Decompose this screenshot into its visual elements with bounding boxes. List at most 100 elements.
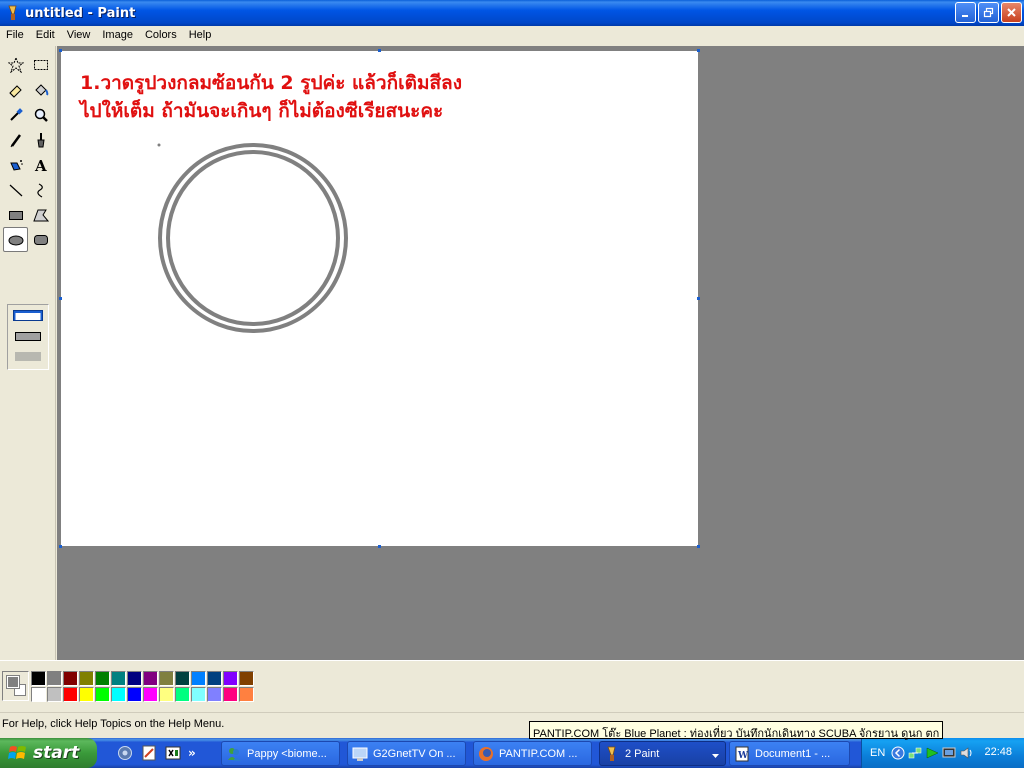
palette-swatch[interactable] [223,671,238,686]
resize-handle [697,49,700,52]
minimize-button[interactable] [955,2,976,23]
palette-swatch[interactable] [79,671,94,686]
task-button-document1[interactable]: W Document1 - ... [729,741,850,766]
palette-swatch[interactable] [31,687,46,702]
palette-swatch[interactable] [191,671,206,686]
airbrush-tool[interactable] [3,152,28,177]
magnifier-tool[interactable] [28,102,53,127]
back-arrow-icon[interactable] [891,746,905,760]
browser-icon[interactable] [116,744,134,762]
palette-swatch[interactable] [111,687,126,702]
fill-style-options [7,304,49,370]
fill-option-outline[interactable] [13,310,43,321]
palette-swatch[interactable] [47,687,62,702]
menu-view[interactable]: View [61,29,97,41]
task-button-paint[interactable]: 2 Paint [599,741,726,766]
start-button[interactable]: start [0,738,97,768]
resize-handle-bottom[interactable] [378,545,381,548]
curve-tool[interactable] [28,177,53,202]
palette-swatch[interactable] [95,687,110,702]
palette-swatch[interactable] [175,687,190,702]
menu-help[interactable]: Help [183,29,218,41]
menu-edit[interactable]: Edit [30,29,61,41]
palette-swatch[interactable] [31,671,46,686]
fill-option-outline-fill[interactable] [13,331,43,342]
text-tool[interactable]: A [28,152,53,177]
palette-swatch[interactable] [191,687,206,702]
paint-icon [5,5,21,21]
firefox-icon [478,746,494,762]
current-colors[interactable] [2,671,29,701]
rectangle-icon [8,210,23,220]
rounded-rectangle-tool[interactable] [28,227,53,252]
quick-launch-more[interactable]: » [188,746,196,760]
rect-select-icon [33,59,48,70]
polygon-tool[interactable] [28,202,53,227]
menu-bar: File Edit View Image Colors Help [0,26,1024,44]
clock[interactable]: 22:48 [984,746,1012,758]
task-label: Document1 - ... [755,747,831,760]
palette-swatch[interactable] [175,671,190,686]
foreground-color-swatch [6,675,20,689]
close-button[interactable] [1001,2,1022,23]
palette-swatch[interactable] [239,687,254,702]
toolbox: A [0,46,56,660]
svg-text:W: W [737,751,749,761]
rectangle-tool[interactable] [3,202,28,227]
magnifier-icon [34,108,48,122]
eraser-tool[interactable] [3,77,28,102]
line-tool[interactable] [3,177,28,202]
resize-handle-corner[interactable] [697,545,700,548]
ellipse-tool[interactable] [3,227,28,252]
drawing-canvas[interactable]: 1.วาดรูปวงกลมซ้อนกัน 2 รูปค่ะ แล้วก็เติม… [61,51,698,546]
palette-swatch[interactable] [47,671,62,686]
notepad-icon[interactable] [140,744,158,762]
fill-option-fill[interactable] [13,351,43,362]
paint-icon [604,746,620,762]
drawing-layer [157,143,348,333]
restore-button[interactable] [978,2,999,23]
title-bar[interactable]: untitled - Paint [0,0,1024,26]
task-button-pantip[interactable]: PANTIP.COM ... [473,741,592,766]
palette-swatch[interactable] [127,671,142,686]
monitor-tray-icon[interactable] [942,746,956,760]
palette-swatch[interactable] [159,687,174,702]
palette-swatch[interactable] [63,687,78,702]
palette-swatch[interactable] [207,671,222,686]
resize-handle-right[interactable] [697,297,700,300]
palette-swatch[interactable] [127,687,142,702]
pencil-icon [10,133,21,147]
palette-swatch[interactable] [223,687,238,702]
palette-swatch[interactable] [143,671,158,686]
select-tool[interactable] [28,52,53,77]
star-select-icon [7,56,24,73]
system-tray: EN 22:48 [861,738,1024,768]
palette-swatch[interactable] [95,671,110,686]
task-button-pappy[interactable]: Pappy <biome... [221,741,340,766]
palette-swatch[interactable] [63,671,78,686]
palette-swatch[interactable] [79,687,94,702]
menu-image[interactable]: Image [96,29,139,41]
workspace: 1.วาดรูปวงกลมซ้อนกัน 2 รูปค่ะ แล้วก็เติม… [57,46,1024,660]
menu-file[interactable]: File [0,29,30,41]
pencil-tool[interactable] [3,127,28,152]
brush-tool[interactable] [28,127,53,152]
palette-swatch[interactable] [111,671,126,686]
taskbar: start » Pappy <biome... G2GnetTV On ... … [0,738,1024,768]
pick-color-tool[interactable] [3,102,28,127]
palette-swatch[interactable] [143,687,158,702]
palette-swatch[interactable] [159,671,174,686]
free-form-select-tool[interactable] [3,52,28,77]
monitor-icon [352,746,368,762]
task-button-g2gnettv[interactable]: G2GnetTV On ... [347,741,466,766]
menu-colors[interactable]: Colors [139,29,183,41]
palette-swatch[interactable] [239,671,254,686]
network-icon[interactable] [908,746,922,760]
play-icon[interactable] [925,746,939,760]
speaker-icon[interactable] [959,746,973,760]
task-label: G2GnetTV On ... [373,747,456,760]
language-indicator[interactable]: EN [870,747,885,759]
excel-icon[interactable] [164,744,182,762]
palette-swatch[interactable] [207,687,222,702]
fill-tool[interactable] [28,77,53,102]
